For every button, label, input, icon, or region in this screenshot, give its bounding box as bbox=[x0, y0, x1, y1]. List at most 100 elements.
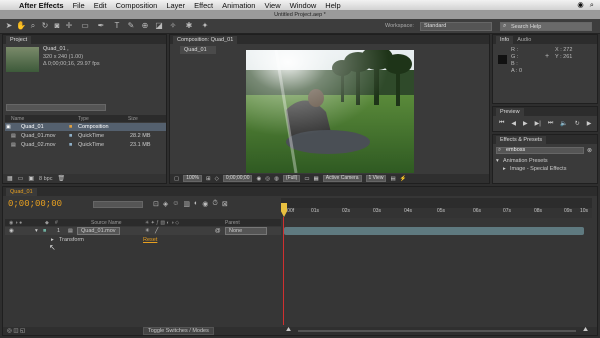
time-ruler[interactable]: 0:00f 01s 02s 03s 04s 05s 06s 07s 08s 09… bbox=[281, 208, 592, 218]
table-row[interactable]: ▤ Quad_01.mov ■ QuickTime 28.2 MB bbox=[5, 132, 166, 140]
search-help-field[interactable]: ⌕ Search Help bbox=[500, 22, 592, 31]
menu-layer[interactable]: Layer bbox=[166, 1, 185, 10]
snapshot-icon[interactable]: ◉ bbox=[256, 176, 261, 182]
menu-window[interactable]: Window bbox=[290, 1, 317, 10]
loop-icon[interactable]: ↻ bbox=[575, 120, 580, 127]
rotate-tool-icon[interactable]: ↻ bbox=[40, 21, 50, 31]
transform-row[interactable]: ▸ Transform Reset bbox=[5, 236, 281, 244]
zoom-out-icon[interactable]: ⛰ bbox=[286, 327, 291, 334]
tree-item[interactable]: ▾ Animation Presets bbox=[496, 157, 596, 165]
new-comp-icon[interactable]: ▣ bbox=[28, 175, 34, 182]
current-timecode[interactable]: 0;00;00;00 bbox=[8, 199, 62, 209]
col-size[interactable]: Size bbox=[128, 116, 138, 122]
toggle-switches-modes-button[interactable]: Toggle Switches / Modes bbox=[143, 327, 214, 335]
clone-stamp-tool-icon[interactable]: ⊕ bbox=[140, 21, 150, 31]
mask-visibility-icon[interactable]: ◇ bbox=[215, 176, 219, 182]
menu-help[interactable]: Help bbox=[325, 1, 340, 10]
shy-layers-icon[interactable]: ☺ bbox=[172, 200, 179, 208]
table-row[interactable]: ▣ Quad_01 ■ Composition bbox=[5, 123, 166, 131]
reset-link[interactable]: Reset bbox=[143, 237, 157, 243]
visibility-icon[interactable]: ◉ bbox=[9, 228, 14, 234]
brainstorm-icon[interactable]: ◉ bbox=[202, 200, 208, 208]
last-frame-icon[interactable]: ⏭ bbox=[548, 120, 553, 127]
graph-editor-icon[interactable]: ⊠ bbox=[222, 200, 228, 208]
frame-blending-icon[interactable]: ▥ bbox=[183, 200, 190, 208]
view-layout-select[interactable]: 1 View bbox=[365, 175, 387, 182]
puppet-pin-tool-icon[interactable]: ✱ bbox=[184, 21, 194, 31]
pickwhip-icon[interactable]: @ bbox=[215, 228, 221, 234]
tab-effects-presets[interactable]: Effects & Presets bbox=[496, 135, 547, 144]
menu-animation[interactable]: Animation bbox=[222, 1, 255, 10]
tab-info[interactable]: Info bbox=[496, 35, 514, 44]
tab-project[interactable]: Project bbox=[6, 35, 32, 44]
roi-icon[interactable]: ▭ bbox=[304, 176, 309, 182]
table-row[interactable]: ▤ Quad_02.mov ■ QuickTime 23.1 MB bbox=[5, 141, 166, 149]
spotlight-icon[interactable]: ⌕ bbox=[590, 0, 594, 10]
zoom-in-icon[interactable]: ⛰ bbox=[583, 327, 588, 334]
tab-audio[interactable]: Audio bbox=[517, 37, 531, 43]
camera-select[interactable]: Active Camera bbox=[322, 175, 362, 182]
col-type[interactable]: Type bbox=[78, 116, 89, 122]
menu-app-name[interactable]: After Effects bbox=[19, 1, 64, 10]
channel-icon[interactable]: ◍ bbox=[274, 176, 279, 182]
timecode-display[interactable]: 0;00;00;00 bbox=[222, 175, 253, 182]
disclosure-open-icon[interactable]: ▾ bbox=[35, 228, 38, 234]
resolution-select[interactable]: (Full) bbox=[282, 175, 301, 182]
hand-tool-icon[interactable]: ✋ bbox=[16, 21, 26, 31]
clear-search-icon[interactable]: ⊗ bbox=[587, 147, 592, 154]
roto-brush-tool-icon[interactable]: ✧ bbox=[168, 21, 178, 31]
zoom-select[interactable]: 100% bbox=[183, 175, 202, 182]
layer-duration-bar[interactable] bbox=[284, 227, 584, 235]
new-folder-icon[interactable]: ▭ bbox=[18, 175, 24, 182]
camera-tool-icon[interactable]: ◙ bbox=[52, 21, 62, 31]
comp-subtab[interactable]: Quad_01 bbox=[180, 46, 216, 54]
menu-composition[interactable]: Composition bbox=[116, 1, 158, 10]
audio-icon[interactable]: 🔈 bbox=[560, 120, 567, 127]
tree-item[interactable]: ▸ Image - Special Effects bbox=[496, 165, 596, 173]
prev-frame-icon[interactable]: ◀ bbox=[511, 120, 516, 127]
comp-mini-flowchart-icon[interactable]: ⊡ bbox=[153, 200, 159, 208]
toggle-icons[interactable]: ◎ ◫ ◱ bbox=[7, 328, 25, 334]
draft-3d-icon[interactable]: ◈ bbox=[163, 200, 168, 208]
transparency-grid-icon[interactable]: ▦ bbox=[314, 176, 319, 182]
grid-icon[interactable]: ⊞ bbox=[206, 176, 211, 182]
motion-blur-icon[interactable]: ◐ bbox=[194, 200, 198, 208]
layer-row[interactable]: ◉ ▾ ■ 1 ▤ Quad_01.mov ✳ ╱ @ None bbox=[5, 227, 281, 235]
parent-select[interactable]: None bbox=[225, 227, 267, 235]
tab-timeline-comp[interactable]: Quad_01 bbox=[6, 187, 37, 196]
zoom-tool-icon[interactable]: ⌕ bbox=[28, 21, 38, 31]
selection-tool-icon[interactable]: ➤ bbox=[4, 21, 14, 31]
menu-file[interactable]: File bbox=[73, 1, 85, 10]
work-area-bar[interactable] bbox=[281, 198, 592, 208]
zoom-slider[interactable] bbox=[298, 330, 576, 332]
tab-composition[interactable]: Composition: Quad_01 bbox=[173, 35, 238, 44]
project-search-input[interactable] bbox=[6, 104, 106, 111]
label-color-icon[interactable]: ■ bbox=[43, 228, 46, 234]
pen-tool-icon[interactable]: ✒ bbox=[96, 21, 106, 31]
toggle-pixel-icon[interactable]: ▤ bbox=[390, 176, 395, 182]
next-frame-icon[interactable]: ▶| bbox=[535, 120, 541, 127]
tab-preview[interactable]: Preview bbox=[496, 107, 524, 116]
pan-behind-tool-icon[interactable]: ✛ bbox=[64, 21, 74, 31]
status-icon[interactable]: ◉ bbox=[577, 0, 584, 10]
layer-name[interactable]: Quad_01.mov bbox=[77, 227, 120, 235]
play-icon[interactable]: ▶ bbox=[523, 120, 528, 127]
puppet-tool-icon[interactable]: ✦ bbox=[200, 21, 210, 31]
fast-preview-icon[interactable]: ⚡ bbox=[400, 176, 407, 182]
always-preview-icon[interactable]: ▢ bbox=[174, 176, 179, 182]
show-snapshot-icon[interactable]: ◎ bbox=[265, 176, 270, 182]
eraser-tool-icon[interactable]: ◪ bbox=[154, 21, 164, 31]
comp-viewer-frame[interactable] bbox=[246, 50, 414, 173]
interpret-footage-icon[interactable]: ▦ bbox=[7, 175, 13, 182]
menu-effect[interactable]: Effect bbox=[194, 1, 213, 10]
auto-keyframe-icon[interactable]: ⏱ bbox=[212, 200, 217, 208]
trash-icon[interactable]: 🗑 bbox=[57, 175, 65, 182]
timeline-search-input[interactable] bbox=[93, 201, 143, 208]
bpc-button[interactable]: 8 bpc bbox=[39, 176, 52, 182]
effects-search-input[interactable]: emboss bbox=[496, 147, 584, 154]
col-source-name[interactable]: Source Name bbox=[91, 220, 122, 226]
menu-edit[interactable]: Edit bbox=[94, 1, 107, 10]
first-frame-icon[interactable]: ⏮ bbox=[499, 120, 504, 127]
rectangle-mask-tool-icon[interactable]: ▭ bbox=[80, 21, 90, 31]
brush-tool-icon[interactable]: ✎ bbox=[126, 21, 136, 31]
